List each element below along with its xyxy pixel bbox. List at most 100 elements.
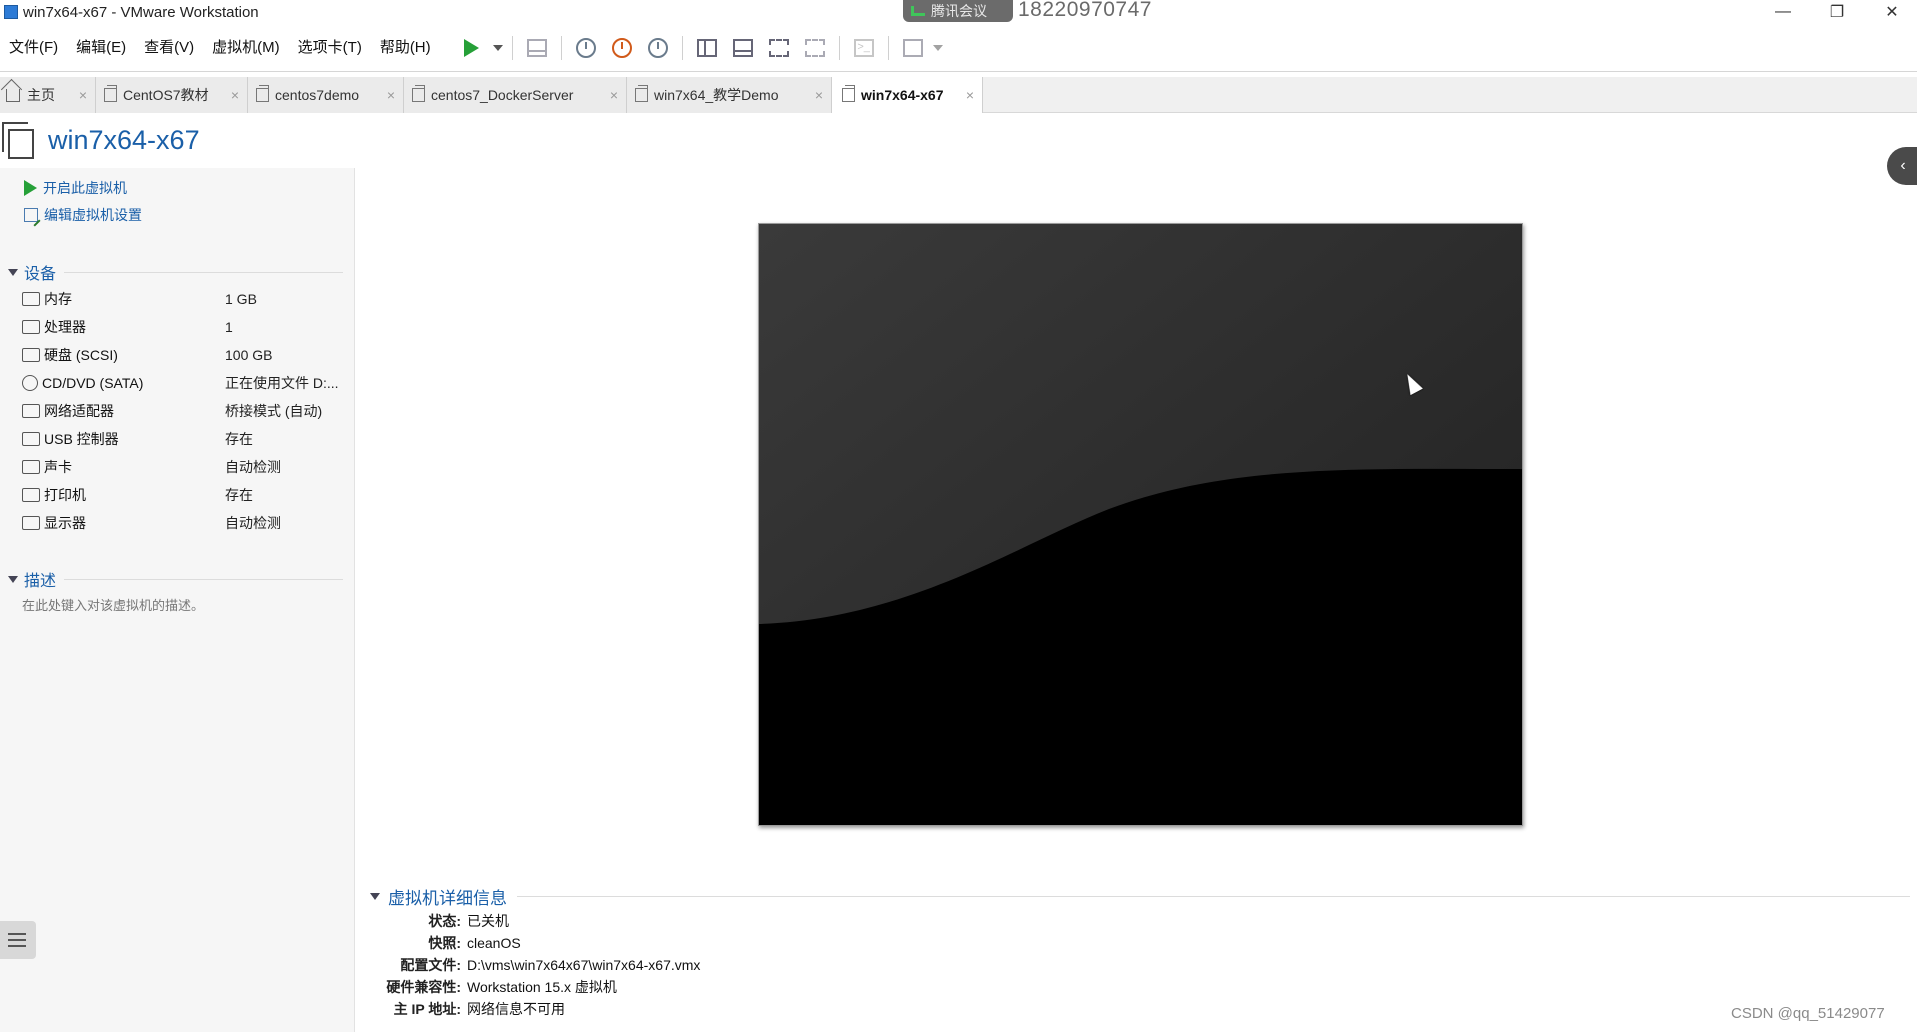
description-field[interactable]: 在此处键入对该虚拟机的描述。 [22, 595, 204, 614]
detail-row-config-file: 配置文件: D:\vms\win7x64x67\win7x64-x67.vmx [370, 954, 1070, 976]
vm-icon [256, 85, 269, 102]
tab-close-icon[interactable]: × [815, 87, 823, 103]
tab-centos7demo[interactable]: centos7demo × [248, 77, 404, 113]
hard-disk-icon [22, 348, 40, 362]
device-row-memory[interactable]: 内存 1 GB [22, 288, 342, 310]
window-title: win7x64-x67 - VMware Workstation [23, 3, 259, 21]
stretch-dropdown-button[interactable] [931, 32, 945, 64]
power-on-vm-link[interactable]: 开启此虚拟机 [24, 178, 127, 198]
power-dropdown-button[interactable] [490, 32, 506, 64]
menu-file[interactable]: 文件(F) [0, 34, 67, 62]
console-icon: >_ [853, 39, 874, 57]
vm-screen-preview[interactable] [758, 223, 1523, 826]
tab-home[interactable]: 主页 × [0, 77, 96, 113]
description-section-header[interactable]: 描述 [8, 567, 343, 591]
tab-label: centos7_DockerServer [431, 87, 574, 103]
menu-vm[interactable]: 虚拟机(M) [203, 34, 289, 62]
tab-close-icon[interactable]: × [231, 87, 239, 103]
restore-button[interactable]: ❐ [1814, 0, 1860, 24]
tab-close-icon[interactable]: × [79, 87, 87, 103]
show-library-button[interactable] [689, 32, 725, 64]
library-icon [696, 39, 717, 57]
device-value: 存在 [225, 431, 253, 447]
section-divider [64, 271, 343, 273]
device-name: 声卡 [44, 459, 72, 475]
device-value: 存在 [225, 487, 253, 503]
toolbar-separator [511, 36, 513, 60]
vm-screen-image [759, 224, 1522, 825]
device-row-network-adapter[interactable]: 网络适配器 桥接模式 (自动) [22, 400, 342, 422]
collapse-triangle-icon [370, 893, 380, 900]
edit-vm-settings-link[interactable]: 编辑虚拟机设置 [24, 205, 142, 225]
device-name: CD/DVD (SATA) [42, 375, 144, 391]
meeting-badge-label: 腾讯会议 [931, 3, 987, 19]
toolbar-separator [838, 36, 840, 60]
vm-icon [2, 122, 34, 159]
list-toggle-button[interactable] [0, 921, 36, 959]
menu-view[interactable]: 查看(V) [135, 34, 203, 62]
power-on-vm-label: 开启此虚拟机 [43, 180, 127, 196]
device-row-printer[interactable]: 打印机 存在 [22, 484, 342, 506]
send-ctrl-alt-del-button[interactable] [519, 32, 555, 64]
network-adapter-icon [22, 404, 40, 418]
menu-edit[interactable]: 编辑(E) [67, 34, 135, 62]
device-row-usb-controller[interactable]: USB 控制器 存在 [22, 428, 342, 450]
toolbar: >_ [454, 32, 945, 64]
stretch-guest-button[interactable] [895, 32, 931, 64]
keyboard-icon [526, 39, 547, 57]
unity-button[interactable] [797, 32, 833, 64]
tab-close-icon[interactable]: × [387, 87, 395, 103]
meeting-number: 18220970747 [1018, 0, 1152, 21]
snapshot-button[interactable] [568, 32, 604, 64]
tab-label: win7x64_教学Demo [654, 87, 779, 103]
detail-value: 已关机 [467, 913, 509, 929]
tab-centos7-dockerserver[interactable]: centos7_DockerServer × [404, 77, 627, 113]
section-divider [517, 896, 1910, 897]
revert-snapshot-button[interactable] [604, 32, 640, 64]
device-name: 显示器 [44, 515, 86, 531]
device-row-hard-disk[interactable]: 硬盘 (SCSI) 100 GB [22, 344, 342, 366]
meeting-badge[interactable]: 腾讯会议 [903, 0, 1013, 22]
console-view-button[interactable]: >_ [846, 32, 882, 64]
tab-close-icon[interactable]: × [966, 87, 974, 103]
toolbar-separator [681, 36, 683, 60]
vm-details-section-header[interactable]: 虚拟机详细信息 [370, 884, 1910, 909]
menu-bar: 文件(F) 编辑(E) 查看(V) 虚拟机(M) 选项卡(T) 帮助(H) >_ [0, 28, 1917, 68]
snapshot-manager-icon [647, 38, 668, 58]
menu-help[interactable]: 帮助(H) [371, 34, 440, 62]
tab-close-icon[interactable]: × [610, 87, 618, 103]
tab-win7x64-demo[interactable]: win7x64_教学Demo × [627, 77, 832, 113]
vm-header: win7x64-x67 [0, 118, 700, 162]
snapshot-manager-button[interactable] [640, 32, 676, 64]
device-row-cd-dvd[interactable]: CD/DVD (SATA) 正在使用文件 D:... [22, 372, 342, 394]
collapse-side-panel-button[interactable]: ‹ [1887, 147, 1917, 185]
collapse-triangle-icon [8, 268, 18, 276]
devices-section-header[interactable]: 设备 [8, 260, 343, 284]
tab-centos7-textbook[interactable]: CentOS7教材 × [96, 77, 248, 113]
tab-win7x64-x67[interactable]: win7x64-x67 × [832, 77, 983, 113]
section-divider [64, 578, 343, 580]
revert-snapshot-icon [611, 38, 632, 58]
menu-tabs[interactable]: 选项卡(T) [289, 34, 371, 62]
full-screen-button[interactable] [761, 32, 797, 64]
memory-icon [22, 292, 40, 306]
stretch-icon [902, 39, 923, 57]
show-thumbnail-bar-button[interactable] [725, 32, 761, 64]
power-on-button[interactable] [454, 32, 490, 64]
tab-label: CentOS7教材 [123, 87, 209, 103]
close-button[interactable]: ✕ [1869, 0, 1915, 24]
device-row-display[interactable]: 显示器 自动检测 [22, 512, 342, 534]
detail-label: 硬件兼容性: [386, 979, 461, 995]
watermark: CSDN @qq_51429077 [1731, 1005, 1885, 1022]
detail-row-snapshot: 快照: cleanOS [370, 932, 1070, 954]
vm-icon [635, 85, 648, 102]
minimize-button[interactable]: — [1760, 0, 1806, 24]
detail-label: 配置文件: [400, 957, 461, 973]
toolbar-separator [887, 36, 889, 60]
detail-row-state: 状态: 已关机 [370, 910, 1070, 932]
device-row-sound-card[interactable]: 声卡 自动检测 [22, 456, 342, 478]
device-row-processor[interactable]: 处理器 1 [22, 316, 342, 338]
collapse-triangle-icon [8, 575, 18, 583]
vm-icon [104, 85, 117, 102]
list-icon-line [8, 933, 26, 935]
